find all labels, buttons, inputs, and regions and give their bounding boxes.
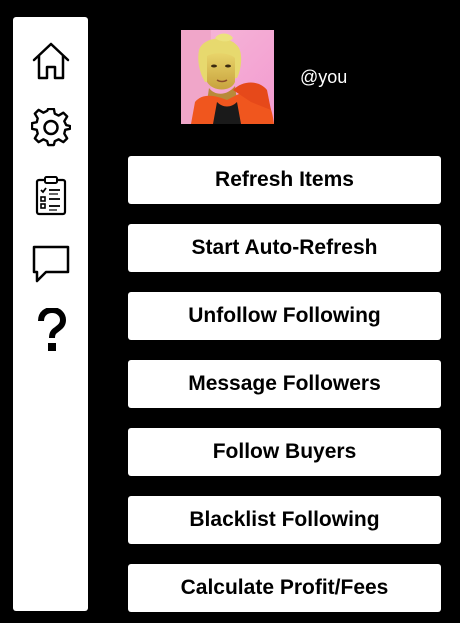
app-window: @you Refresh Items Start Auto-Refresh Un… (0, 0, 460, 623)
refresh-items-button[interactable]: Refresh Items (128, 156, 441, 204)
question-mark-icon[interactable] (30, 308, 72, 351)
blacklist-following-button[interactable]: Blacklist Following (128, 496, 441, 544)
sidebar (13, 17, 88, 611)
message-followers-button[interactable]: Message Followers (128, 360, 441, 408)
home-icon[interactable] (30, 40, 72, 82)
calculate-profit-fees-button[interactable]: Calculate Profit/Fees (128, 564, 441, 612)
chat-bubble-icon[interactable] (30, 243, 72, 285)
gear-icon[interactable] (30, 107, 72, 149)
start-auto-refresh-button[interactable]: Start Auto-Refresh (128, 224, 441, 272)
clipboard-checklist-icon[interactable] (30, 175, 72, 217)
follow-buyers-button[interactable]: Follow Buyers (128, 428, 441, 476)
username-label: @you (300, 67, 348, 87)
unfollow-following-button[interactable]: Unfollow Following (128, 292, 441, 340)
avatar (181, 30, 274, 124)
